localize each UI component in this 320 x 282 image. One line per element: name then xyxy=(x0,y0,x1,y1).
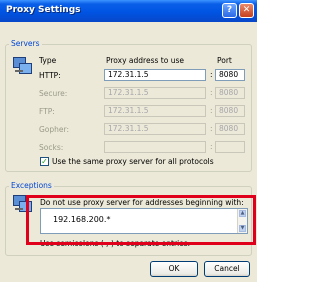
ftp-port-field: 8080 xyxy=(215,105,245,117)
title-bar[interactable]: Proxy Settings ? ✕ xyxy=(0,0,257,22)
http-address-field[interactable]: 172.31.1.5 xyxy=(104,69,206,81)
proxy-settings-dialog: Proxy Settings ? ✕ Servers Type Proxy ad… xyxy=(0,0,257,282)
socks-address-field xyxy=(104,141,206,153)
network-computers-icon xyxy=(13,57,32,74)
close-button[interactable]: ✕ xyxy=(239,3,254,18)
exceptions-legend: Exceptions xyxy=(9,181,54,190)
type-label-ftp: FTP: xyxy=(39,107,55,116)
type-label-gopher: Gopher: xyxy=(39,125,70,134)
type-label-socks: Socks: xyxy=(39,143,64,152)
help-button[interactable]: ? xyxy=(222,3,237,18)
servers-legend: Servers xyxy=(9,39,42,48)
http-port-field[interactable]: 8080 xyxy=(215,69,245,81)
dialog-title: Proxy Settings xyxy=(6,5,81,15)
gopher-port-field: 8080 xyxy=(215,123,245,135)
same-proxy-label: Use the same proxy server for all protoc… xyxy=(52,157,214,166)
address-header: Proxy address to use xyxy=(106,56,184,65)
type-header: Type xyxy=(39,56,57,65)
cancel-button[interactable]: Cancel xyxy=(204,261,250,277)
socks-port-field xyxy=(215,141,245,153)
secure-address-field: 172.31.1.5 xyxy=(104,87,206,99)
port-header: Port xyxy=(217,56,232,65)
ftp-address-field: 172.31.1.5 xyxy=(104,105,206,117)
ok-button[interactable]: OK xyxy=(150,261,198,277)
secure-port-field: 8080 xyxy=(215,87,245,99)
gopher-address-field: 172.31.1.5 xyxy=(104,123,206,135)
type-label-http: HTTP: xyxy=(39,71,61,80)
same-proxy-checkbox[interactable]: ✓ xyxy=(40,157,49,166)
highlight-box xyxy=(26,195,256,245)
type-label-secure: Secure: xyxy=(39,89,68,98)
